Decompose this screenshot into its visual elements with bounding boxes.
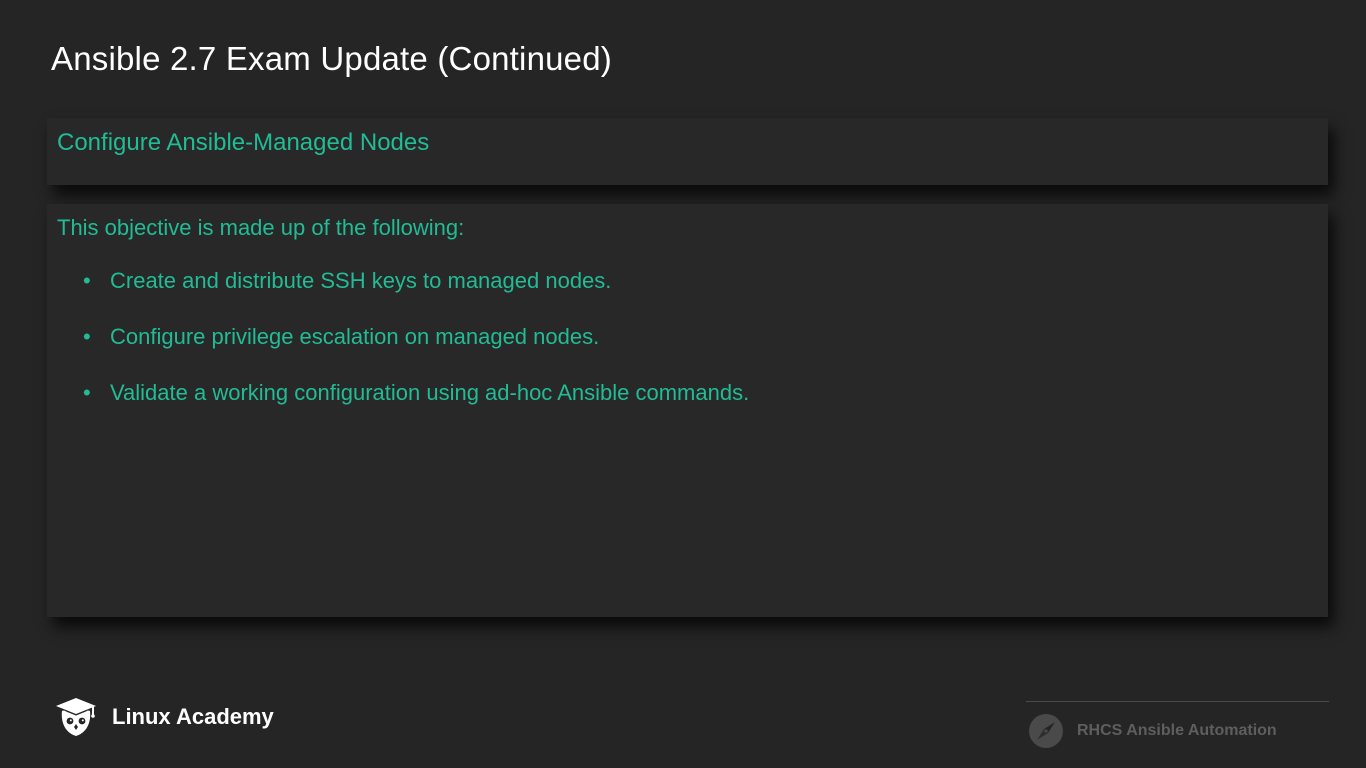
bullet-icon: • bbox=[83, 324, 91, 349]
course-name: RHCS Ansible Automation bbox=[1077, 722, 1277, 739]
objective-header-panel: Configure Ansible-Managed Nodes bbox=[47, 118, 1328, 185]
compass-icon bbox=[1029, 714, 1063, 748]
brand: Linux Academy bbox=[55, 697, 274, 737]
list-item-text: Validate a working configuration using a… bbox=[110, 380, 750, 405]
footer-divider bbox=[1026, 701, 1329, 702]
owl-graduation-cap-icon bbox=[56, 698, 96, 736]
objective-title: Configure Ansible-Managed Nodes bbox=[57, 129, 430, 156]
objective-content-panel: This objective is made up of the followi… bbox=[47, 204, 1328, 617]
bullet-icon: • bbox=[83, 268, 91, 293]
list-item-text: Configure privilege escalation on manage… bbox=[110, 324, 600, 349]
list-item-text: Create and distribute SSH keys to manage… bbox=[110, 268, 612, 293]
objective-intro: This objective is made up of the followi… bbox=[57, 215, 465, 240]
bullet-icon: • bbox=[83, 380, 91, 405]
course-label: RHCS Ansible Automation bbox=[1028, 712, 1277, 750]
slide-title: Ansible 2.7 Exam Update (Continued) bbox=[51, 40, 612, 77]
brand-name: Linux Academy bbox=[112, 704, 274, 729]
